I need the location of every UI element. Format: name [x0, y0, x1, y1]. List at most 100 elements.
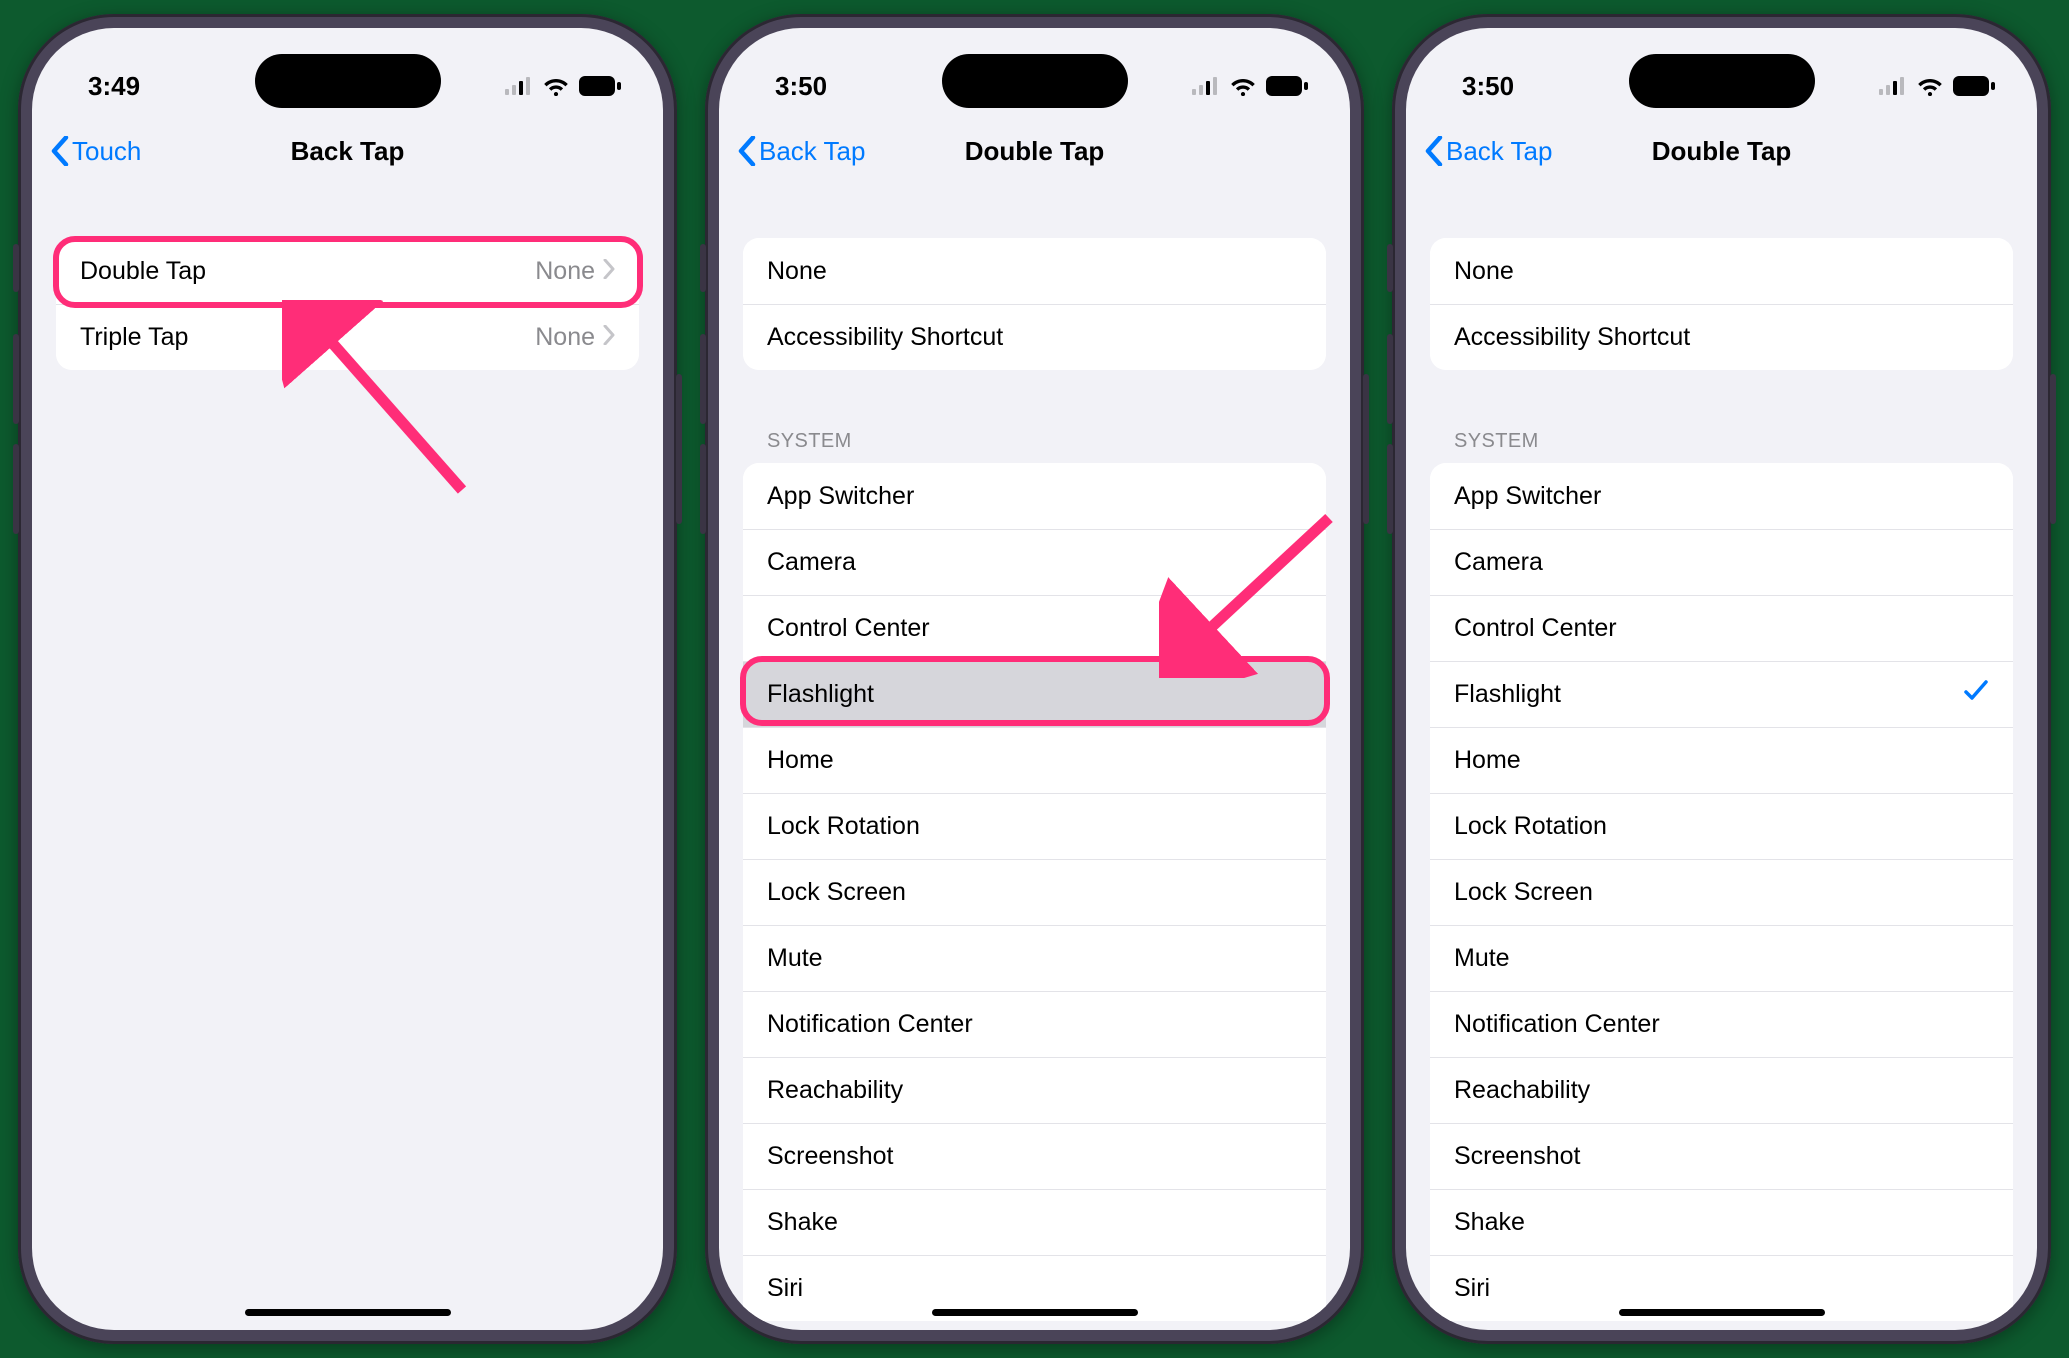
home-indicator — [932, 1309, 1138, 1316]
nav-back-button[interactable]: Touch — [50, 136, 141, 167]
row-value: None — [535, 323, 595, 352]
row-label: Screenshot — [767, 1142, 893, 1171]
row-lock-screen[interactable]: Lock Screen — [1430, 859, 2013, 925]
status-time: 3:49 — [88, 71, 140, 102]
row-label: Flashlight — [1454, 680, 1561, 709]
status-time: 3:50 — [775, 71, 827, 102]
row-label: Mute — [1454, 944, 1510, 973]
row-double-tap[interactable]: Double Tap None — [56, 238, 639, 304]
row-label: Siri — [1454, 1274, 1490, 1303]
nav-back-button[interactable]: Back Tap — [737, 136, 865, 167]
row-label: Mute — [767, 944, 823, 973]
wifi-icon — [543, 76, 569, 96]
cellular-icon — [1879, 77, 1907, 95]
nav-back-button[interactable]: Back Tap — [1424, 136, 1552, 167]
nav-back-label: Back Tap — [1446, 136, 1552, 167]
status-icons — [505, 76, 621, 96]
status-time: 3:50 — [1462, 71, 1514, 102]
row-label: Camera — [1454, 548, 1543, 577]
row-lock-rotation[interactable]: Lock Rotation — [743, 793, 1326, 859]
row-camera[interactable]: Camera — [1430, 529, 2013, 595]
nav-bar: Back Tap Double Tap — [719, 118, 1350, 184]
row-home[interactable]: Home — [1430, 727, 2013, 793]
row-label: Control Center — [1454, 614, 1617, 643]
row-notification-center[interactable]: Notification Center — [743, 991, 1326, 1057]
row-screenshot[interactable]: Screenshot — [743, 1123, 1326, 1189]
home-indicator — [245, 1309, 451, 1316]
battery-icon — [1953, 76, 1995, 96]
row-app-switcher[interactable]: App Switcher — [1430, 463, 2013, 529]
row-triple-tap[interactable]: Triple Tap None — [56, 304, 639, 370]
status-icons — [1192, 76, 1308, 96]
row-label: Siri — [767, 1274, 803, 1303]
system-group: App Switcher Camera Control Center Flash… — [743, 463, 1326, 1321]
row-shake[interactable]: Shake — [1430, 1189, 2013, 1255]
row-label: Lock Screen — [767, 878, 906, 907]
wifi-icon — [1917, 76, 1943, 96]
cellular-icon — [1192, 77, 1220, 95]
row-label: Screenshot — [1454, 1142, 1580, 1171]
chevron-right-icon — [603, 323, 615, 352]
nav-bar: Touch Back Tap — [32, 118, 663, 184]
row-control-center[interactable]: Control Center — [743, 595, 1326, 661]
iphone-frame: 3:50 Back Tap Double Tap None Accessibil… — [705, 14, 1364, 1344]
battery-icon — [1266, 76, 1308, 96]
section-header-system: SYSTEM — [1430, 400, 2013, 463]
side-button — [1363, 374, 1369, 524]
row-lock-rotation[interactable]: Lock Rotation — [1430, 793, 2013, 859]
row-label: Control Center — [767, 614, 930, 643]
checkmark-icon — [1963, 678, 1989, 712]
home-indicator — [1619, 1309, 1825, 1316]
row-flashlight[interactable]: Flashlight — [1430, 661, 2013, 727]
chevron-left-icon — [1424, 136, 1444, 166]
screen: 3:49 Touch Back Tap Double Tap None — [32, 28, 663, 1330]
row-reachability[interactable]: Reachability — [743, 1057, 1326, 1123]
row-mute[interactable]: Mute — [743, 925, 1326, 991]
row-none[interactable]: None — [1430, 238, 2013, 304]
row-lock-screen[interactable]: Lock Screen — [743, 859, 1326, 925]
row-value: None — [535, 257, 595, 286]
row-shake[interactable]: Shake — [743, 1189, 1326, 1255]
iphone-frame: 3:49 Touch Back Tap Double Tap None — [18, 14, 677, 1344]
nav-back-label: Back Tap — [759, 136, 865, 167]
battery-icon — [579, 76, 621, 96]
row-none[interactable]: None — [743, 238, 1326, 304]
row-flashlight[interactable]: Flashlight — [743, 661, 1326, 727]
row-label: None — [767, 257, 827, 286]
side-button — [1387, 444, 1393, 534]
row-label: Home — [767, 746, 834, 775]
side-button — [676, 374, 682, 524]
row-control-center[interactable]: Control Center — [1430, 595, 2013, 661]
nav-back-label: Touch — [72, 136, 141, 167]
row-label: App Switcher — [1454, 482, 1601, 511]
screen: 3:50 Back Tap Double Tap None Accessibil… — [1406, 28, 2037, 1330]
iphone-frame: 3:50 Back Tap Double Tap None Accessibil… — [1392, 14, 2051, 1344]
side-button — [13, 334, 19, 424]
row-reachability[interactable]: Reachability — [1430, 1057, 2013, 1123]
row-notification-center[interactable]: Notification Center — [1430, 991, 2013, 1057]
row-home[interactable]: Home — [743, 727, 1326, 793]
row-label: App Switcher — [767, 482, 914, 511]
side-button — [1387, 334, 1393, 424]
row-label: Accessibility Shortcut — [767, 323, 1003, 352]
row-label: Shake — [767, 1208, 838, 1237]
section-header-system: SYSTEM — [743, 400, 1326, 463]
row-accessibility-shortcut[interactable]: Accessibility Shortcut — [1430, 304, 2013, 370]
row-label: Reachability — [1454, 1076, 1590, 1105]
row-label: Accessibility Shortcut — [1454, 323, 1690, 352]
row-label: Triple Tap — [80, 323, 188, 352]
row-mute[interactable]: Mute — [1430, 925, 2013, 991]
general-group: None Accessibility Shortcut — [743, 238, 1326, 370]
system-group: App Switcher Camera Control Center Flash… — [1430, 463, 2013, 1321]
row-label: Lock Rotation — [1454, 812, 1607, 841]
row-screenshot[interactable]: Screenshot — [1430, 1123, 2013, 1189]
chevron-left-icon — [737, 136, 757, 166]
cellular-icon — [505, 77, 533, 95]
row-app-switcher[interactable]: App Switcher — [743, 463, 1326, 529]
row-label: Double Tap — [80, 257, 206, 286]
screen: 3:50 Back Tap Double Tap None Accessibil… — [719, 28, 1350, 1330]
row-accessibility-shortcut[interactable]: Accessibility Shortcut — [743, 304, 1326, 370]
dynamic-island — [1629, 54, 1815, 108]
dynamic-island — [942, 54, 1128, 108]
row-camera[interactable]: Camera — [743, 529, 1326, 595]
